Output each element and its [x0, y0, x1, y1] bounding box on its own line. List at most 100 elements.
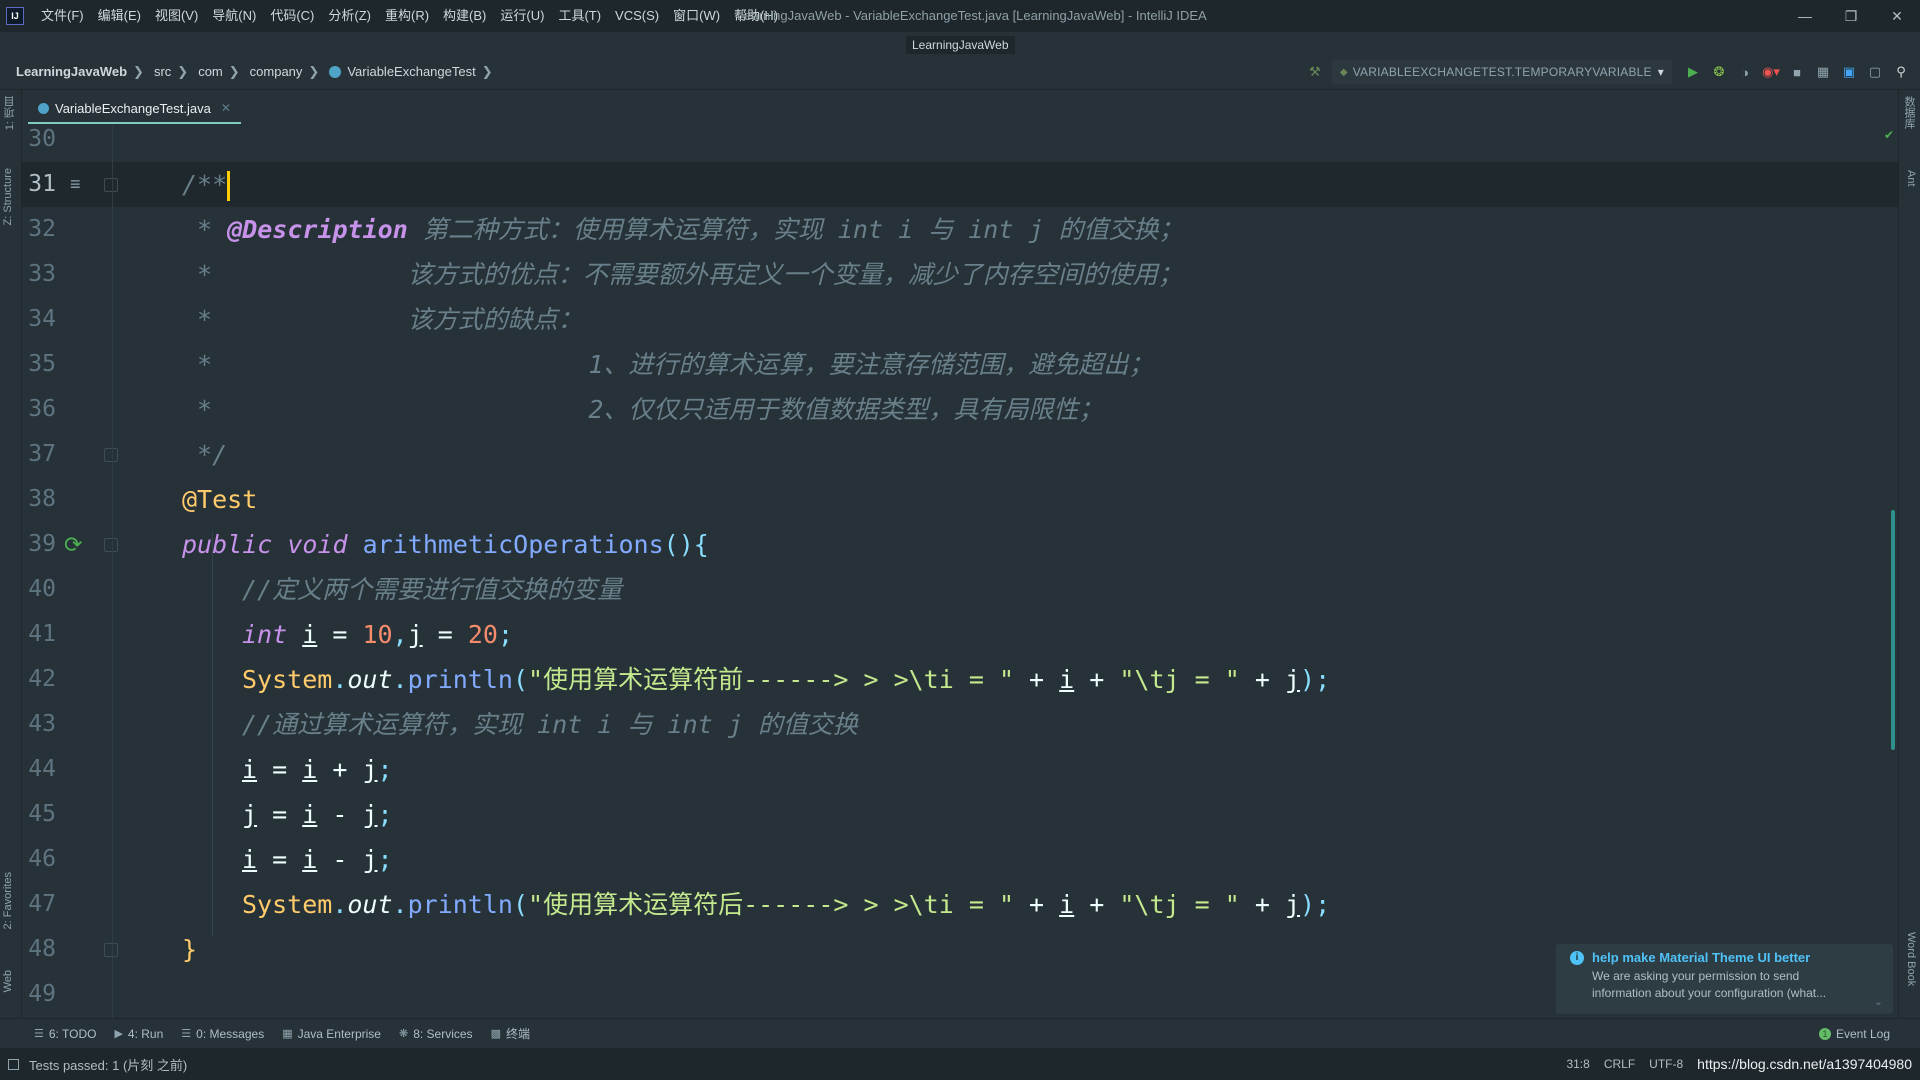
menu-view[interactable]: 视图(V) [148, 0, 205, 32]
restore-button[interactable]: ❐ [1828, 0, 1874, 32]
notification-body: We are asking your permission to send in… [1592, 968, 1883, 1002]
tool-label: Java Enterprise [297, 1026, 381, 1041]
menu-file[interactable]: 文件(F) [34, 0, 91, 32]
ant-tool-tab[interactable]: Ant [1905, 170, 1917, 187]
fold-marker-icon[interactable] [104, 538, 118, 552]
code-line: 33 * 该方式的优点：不需要额外再定义一个变量，减少了内存空间的使用； [22, 252, 1898, 297]
menu-run[interactable]: 运行(U) [493, 0, 551, 32]
close-tab-icon[interactable]: ✕ [221, 101, 231, 115]
code-text: */ [182, 440, 228, 469]
code-line-current: 31 ≡ /** [22, 162, 1898, 207]
coverage-icon[interactable]: ◑ [1734, 61, 1756, 83]
run-icon: ▶ [114, 1028, 123, 1040]
editor-tab-bar: VariableExchangeTest.java ✕ [22, 90, 1898, 126]
line-number: 42 [28, 666, 56, 692]
line-number: 49 [28, 981, 56, 1007]
tab-variable-exchange-test[interactable]: VariableExchangeTest.java ✕ [28, 94, 241, 124]
code-line: 34 * 该方式的缺点： [22, 297, 1898, 342]
messages-tool-button[interactable]: ☰ 0: Messages [181, 1027, 264, 1041]
line-number: 33 [28, 261, 56, 287]
breadcrumb-project[interactable]: LearningJavaWeb [16, 64, 127, 79]
project-bar: LearningJavaWeb [0, 32, 1920, 54]
event-log-button[interactable]: 1 Event Log [1818, 1019, 1890, 1049]
notification-body-line: information about your configuration (wh… [1592, 986, 1827, 1000]
status-message[interactable]: Tests passed: 1 (片刻 之前) [8, 1055, 187, 1074]
code-line: 42 System.out.println("使用算术运算符前------> >… [22, 657, 1898, 702]
window-controls: — ❐ ✕ [1782, 0, 1920, 32]
database-tool-tab[interactable]: 数据库 [1901, 96, 1917, 129]
code-text: /** [182, 162, 231, 207]
inspection-ok-icon[interactable]: ✔ [1884, 128, 1894, 142]
line-separator[interactable]: CRLF [1604, 1048, 1635, 1080]
search-icon[interactable]: ⚲ [1890, 61, 1912, 83]
notification-title-text[interactable]: help make Material Theme UI better [1592, 950, 1810, 965]
tool-windows-toggle-icon[interactable] [8, 1058, 19, 1070]
code-line: 36 * 2、仅仅只适用于数值数据类型，具有局限性； [22, 387, 1898, 432]
code-line: 37 */ [22, 432, 1898, 477]
web-tool-tab[interactable]: Web [2, 970, 14, 992]
services-tool-button[interactable]: ❋ 8: Services [399, 1027, 473, 1041]
java-enterprise-tool-button[interactable]: ▦ Java Enterprise [282, 1027, 381, 1041]
terminal-tool-button[interactable]: ▩ 终端 [491, 1025, 530, 1042]
run-tool-button[interactable]: ▶ 4: Run [114, 1027, 163, 1041]
debug-icon[interactable]: ❂ [1708, 61, 1730, 83]
file-encoding[interactable]: UTF-8 [1649, 1048, 1683, 1080]
run-icon[interactable]: ▶ [1682, 61, 1704, 83]
code-line: 41 int i = 10,j = 20; [22, 612, 1898, 657]
fold-marker-icon[interactable] [104, 943, 118, 957]
menu-vcs[interactable]: VCS(S) [608, 0, 666, 32]
doc-comment-icon[interactable]: ≡ [70, 162, 81, 207]
profile-icon[interactable]: ◉▾ [1760, 61, 1782, 83]
menu-refactor[interactable]: 重构(R) [378, 0, 436, 32]
menu-tools[interactable]: 工具(T) [551, 0, 608, 32]
title-bar: IJ 文件(F) 编辑(E) 视图(V) 导航(N) 代码(C) 分析(Z) 重… [0, 0, 1920, 32]
run-configuration-select[interactable]: ◆ VARIABLEEXCHANGETEST.TEMPORARYVARIABLE… [1331, 60, 1672, 84]
wordbook-tool-tab[interactable]: Word Book [1905, 932, 1917, 986]
presentation-icon[interactable]: ▢ [1864, 61, 1886, 83]
structure-tool-tab[interactable]: Z: Structure [2, 168, 14, 225]
todo-tool-button[interactable]: ☰ 6: TODO [34, 1027, 96, 1041]
line-number: 40 [28, 576, 56, 602]
project-structure-icon[interactable]: ▦ [1812, 61, 1834, 83]
menu-window[interactable]: 窗口(W) [666, 0, 727, 32]
left-tool-strip: 1: 项目 Z: Structure 2: Favorites Web [0, 90, 22, 1018]
minimize-button[interactable]: — [1782, 0, 1828, 32]
breadcrumb-com[interactable]: com [198, 64, 223, 79]
menu-navigate[interactable]: 导航(N) [205, 0, 263, 32]
code-text: j = i - j; [242, 800, 393, 829]
line-number: 48 [28, 936, 56, 962]
line-number: 45 [28, 801, 56, 827]
breadcrumb-src[interactable]: src [154, 64, 171, 79]
caret-position[interactable]: 31:8 [1566, 1048, 1589, 1080]
right-tool-strip: 数据库 Ant Word Book [1898, 90, 1920, 1018]
menu-analyze[interactable]: 分析(Z) [321, 0, 378, 32]
run-test-icon[interactable]: ⟳ [64, 522, 82, 567]
breadcrumb-company[interactable]: company [250, 64, 303, 79]
menu-build[interactable]: 构建(B) [436, 0, 493, 32]
line-number: 41 [28, 621, 56, 647]
chevron-down-icon[interactable]: ⌄ [1874, 995, 1883, 1008]
breadcrumb-class[interactable]: VariableExchangeTest [347, 64, 475, 79]
line-number: 34 [28, 306, 56, 332]
fold-marker-icon[interactable] [104, 448, 118, 462]
notification-balloon[interactable]: i help make Material Theme UI better We … [1556, 944, 1893, 1014]
line-number: 38 [28, 486, 56, 512]
code-editor[interactable]: 30 31 ≡ /** 32 * @Description 第二种方式：使用算术… [22, 126, 1898, 1018]
translate-icon[interactable]: ▣ [1838, 61, 1860, 83]
scrollbar[interactable] [1891, 510, 1895, 750]
code-text: * 该方式的缺点： [182, 305, 583, 334]
menu-edit[interactable]: 编辑(E) [91, 0, 148, 32]
close-button[interactable]: ✕ [1874, 0, 1920, 32]
intellij-logo-icon: IJ [6, 7, 24, 25]
menu-code[interactable]: 代码(C) [263, 0, 321, 32]
breadcrumb: LearningJavaWeb ❯ src ❯ com ❯ company ❯ Vari… [16, 64, 503, 80]
code-text: * 1、进行的算术运算，要注意存储范围，避免超出； [182, 350, 1154, 379]
list-icon: ☰ [34, 1028, 44, 1040]
line-number: 31 [28, 171, 56, 197]
fold-marker-icon[interactable] [104, 178, 118, 192]
project-tool-tab[interactable]: 1: 项目 [2, 96, 18, 130]
build-hammer-icon[interactable]: ⚒ [1304, 61, 1326, 83]
stop-icon[interactable]: ■ [1786, 61, 1808, 83]
line-number: 39 [28, 531, 56, 557]
favorites-tool-tab[interactable]: 2: Favorites [2, 872, 14, 929]
